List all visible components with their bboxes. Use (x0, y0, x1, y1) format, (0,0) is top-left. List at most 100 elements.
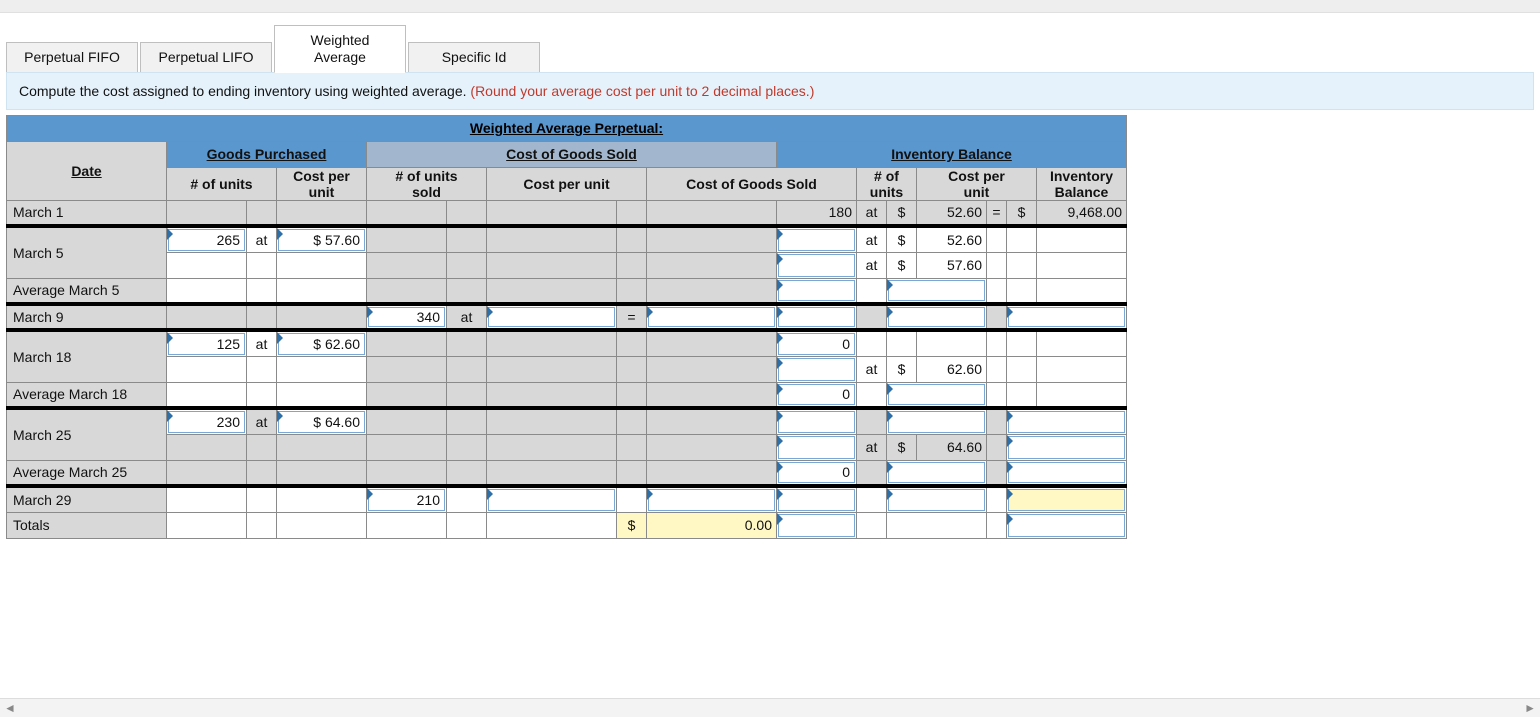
row-avg-march18-inv-units[interactable]: 0 (777, 382, 857, 408)
at-label: at (857, 356, 887, 382)
sub-cogs-cpu: Cost per unit (487, 167, 647, 200)
at-label: at (447, 304, 487, 330)
row-march5b-inv-cpu: 57.60 (917, 252, 987, 278)
row-march1-date: March 1 (7, 200, 167, 226)
row-march29-cogs-cpu[interactable] (487, 486, 617, 512)
tab-specific-id[interactable]: Specific Id (408, 42, 540, 73)
row-march29-cogs-units[interactable]: 210 (367, 486, 447, 512)
instruction-bar: Compute the cost assigned to ending inve… (6, 72, 1534, 110)
sub-inv-cpu: Cost per unit (917, 167, 1037, 200)
row-march18b-inv-cpu: 62.60 (917, 356, 987, 382)
dollar-label: $ (617, 512, 647, 538)
dollar-label: $ (887, 200, 917, 226)
row-march5-gp-cpu[interactable]: $ 57.60 (277, 226, 367, 252)
row-avg-march18-inv-cpu[interactable] (887, 382, 987, 408)
row-avg-march5-date: Average March 5 (7, 278, 167, 304)
col-cogs: Cost of Goods Sold (367, 141, 777, 167)
at-label: at (247, 330, 277, 356)
tab-weighted-average-line1: Weighted (311, 32, 370, 48)
col-date: Date (7, 141, 167, 200)
at-label: at (857, 200, 887, 226)
method-tabs: Perpetual FIFO Perpetual LIFO Weighted A… (0, 13, 1540, 73)
row-march18-gp-cpu[interactable]: $ 62.60 (277, 330, 367, 356)
dollar-label: $ (887, 226, 917, 252)
dollar-label: $ (1007, 200, 1037, 226)
tab-perpetual-fifo[interactable]: Perpetual FIFO (6, 42, 138, 73)
row-march5b-inv-units[interactable] (777, 252, 857, 278)
tab-perpetual-lifo[interactable]: Perpetual LIFO (140, 42, 272, 73)
sub-gp-cpu: Cost per unit (277, 167, 367, 200)
row-march5a-inv-cpu: 52.60 (917, 226, 987, 252)
row-march29-inv-units[interactable] (777, 486, 857, 512)
eq-label: = (617, 304, 647, 330)
row-march5a-inv-units[interactable] (777, 226, 857, 252)
dollar-label: $ (887, 356, 917, 382)
scroll-right-icon[interactable]: ► (1524, 701, 1536, 715)
row-march9-cogs-units[interactable]: 340 (367, 304, 447, 330)
sub-cogs-total: Cost of Goods Sold (647, 167, 857, 200)
sub-inv-balance: Inventory Balance (1037, 167, 1127, 200)
row-march5-date: March 5 (7, 226, 167, 278)
at-label: at (857, 434, 887, 460)
row-march25-date: March 25 (7, 408, 167, 460)
scroll-left-icon[interactable]: ◄ (4, 701, 16, 715)
row-totals-cogs-total: 0.00 (647, 512, 777, 538)
row-march25b-inv-balance[interactable] (1007, 434, 1127, 460)
table-title: Weighted Average Perpetual: (7, 115, 1127, 141)
row-march29-date: March 29 (7, 486, 167, 512)
row-march18-date: March 18 (7, 330, 167, 382)
at-label: at (857, 252, 887, 278)
row-march18-gp-units[interactable]: 125 (167, 330, 247, 356)
top-gray-bar (0, 0, 1540, 13)
col-inventory-balance: Inventory Balance (777, 141, 1127, 167)
row-march25b-inv-cpu: 64.60 (917, 434, 987, 460)
row-march9-cogs-cpu[interactable] (487, 304, 617, 330)
row-march9-cogs-total[interactable] (647, 304, 777, 330)
at-label: at (247, 408, 277, 434)
tab-weighted-average[interactable]: Weighted Average (274, 25, 406, 73)
row-avg-march25-date: Average March 25 (7, 460, 167, 486)
row-avg-march18-date: Average March 18 (7, 382, 167, 408)
row-march25-gp-cpu[interactable]: $ 64.60 (277, 408, 367, 434)
at-label: at (857, 226, 887, 252)
row-march25a-inv-units[interactable] (777, 408, 857, 434)
col-goods-purchased: Goods Purchased (167, 141, 367, 167)
row-totals-date: Totals (7, 512, 167, 538)
row-march25b-inv-units[interactable] (777, 434, 857, 460)
instruction-note: (Round your average cost per unit to 2 d… (470, 83, 814, 99)
row-avg-march5-inv-cpu[interactable] (887, 278, 987, 304)
at-label: at (247, 226, 277, 252)
row-march29-cogs-total[interactable] (647, 486, 777, 512)
row-totals-inv-balance[interactable] (1007, 512, 1127, 538)
sub-inv-units: # of units (857, 167, 917, 200)
weighted-average-table: Weighted Average Perpetual: Date Goods P… (6, 115, 1127, 539)
row-march9-inv-cpu[interactable] (887, 304, 987, 330)
row-march18a-inv-units[interactable]: 0 (777, 330, 857, 356)
row-march1-inv-cpu: 52.60 (917, 200, 987, 226)
eq-label: = (987, 200, 1007, 226)
dollar-label: $ (887, 434, 917, 460)
row-march9-date: March 9 (7, 304, 167, 330)
row-totals-inv-units[interactable] (777, 512, 857, 538)
row-march29-inv-cpu[interactable] (887, 486, 987, 512)
row-march9-inv-units[interactable] (777, 304, 857, 330)
row-march29-inv-balance[interactable] (1007, 486, 1127, 512)
row-march1-inv-units: 180 (777, 200, 857, 226)
dollar-label: $ (887, 252, 917, 278)
instruction-text: Compute the cost assigned to ending inve… (19, 83, 470, 99)
row-avg-march25-inv-units[interactable]: 0 (777, 460, 857, 486)
row-march9-inv-balance[interactable] (1007, 304, 1127, 330)
sub-cogs-units: # of units sold (367, 167, 487, 200)
row-march5-gp-units[interactable]: 265 (167, 226, 247, 252)
row-march25a-inv-balance[interactable] (1007, 408, 1127, 434)
tab-weighted-average-line2: Average (314, 49, 366, 65)
row-march18b-inv-units[interactable] (777, 356, 857, 382)
row-avg-march25-inv-cpu[interactable] (887, 460, 987, 486)
row-avg-march25-inv-balance[interactable] (1007, 460, 1127, 486)
row-march25a-inv-cpu[interactable] (887, 408, 987, 434)
sub-gp-units: # of units (167, 167, 277, 200)
row-march25-gp-units[interactable]: 230 (167, 408, 247, 434)
row-march1-inv-balance: 9,468.00 (1037, 200, 1127, 226)
row-avg-march5-inv-units[interactable] (777, 278, 857, 304)
horizontal-scrollbar[interactable]: ◄ ► (0, 698, 1540, 717)
